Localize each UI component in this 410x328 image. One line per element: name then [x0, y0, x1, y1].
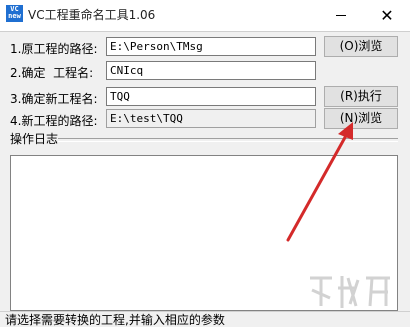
new-project-name-input[interactable]: TQQ	[106, 87, 316, 106]
project-name-label: 2.确定 工程名:	[10, 66, 94, 80]
status-text: 请选择需要转换的工程,并输入相应的参数	[5, 313, 225, 327]
close-button[interactable]: ✕	[364, 0, 410, 31]
new-project-name-label: 3.确定新工程名:	[10, 92, 98, 106]
minimize-button[interactable]	[318, 0, 364, 31]
browse-original-button[interactable]: (O)浏览	[324, 36, 398, 57]
project-name-input[interactable]: CNIcq	[106, 61, 316, 80]
original-path-label: 1.原工程的路径:	[10, 42, 98, 56]
new-path-input[interactable]: E:\test\TQQ	[106, 109, 316, 128]
new-path-label: 4.新工程的路径:	[10, 114, 98, 128]
log-divider	[58, 138, 398, 142]
status-bar: 请选择需要转换的工程,并输入相应的参数	[0, 311, 410, 328]
app-icon: VC new	[6, 5, 23, 22]
execute-button[interactable]: (R)执行	[324, 86, 398, 107]
log-label: 操作日志	[10, 132, 59, 146]
window-title: VC工程重命名工具1.06	[28, 8, 156, 22]
log-textarea[interactable]	[10, 155, 398, 311]
app-icon-text-bottom: new	[8, 12, 21, 20]
browse-new-button[interactable]: (N)浏览	[324, 108, 398, 129]
original-path-input[interactable]: E:\Person\TMsg	[106, 37, 316, 56]
title-bar: VC new VC工程重命名工具1.06 ✕	[0, 0, 410, 31]
dialog-body: 1.原工程的路径: E:\Person\TMsg (O)浏览 2.确定 工程名:…	[0, 31, 410, 327]
